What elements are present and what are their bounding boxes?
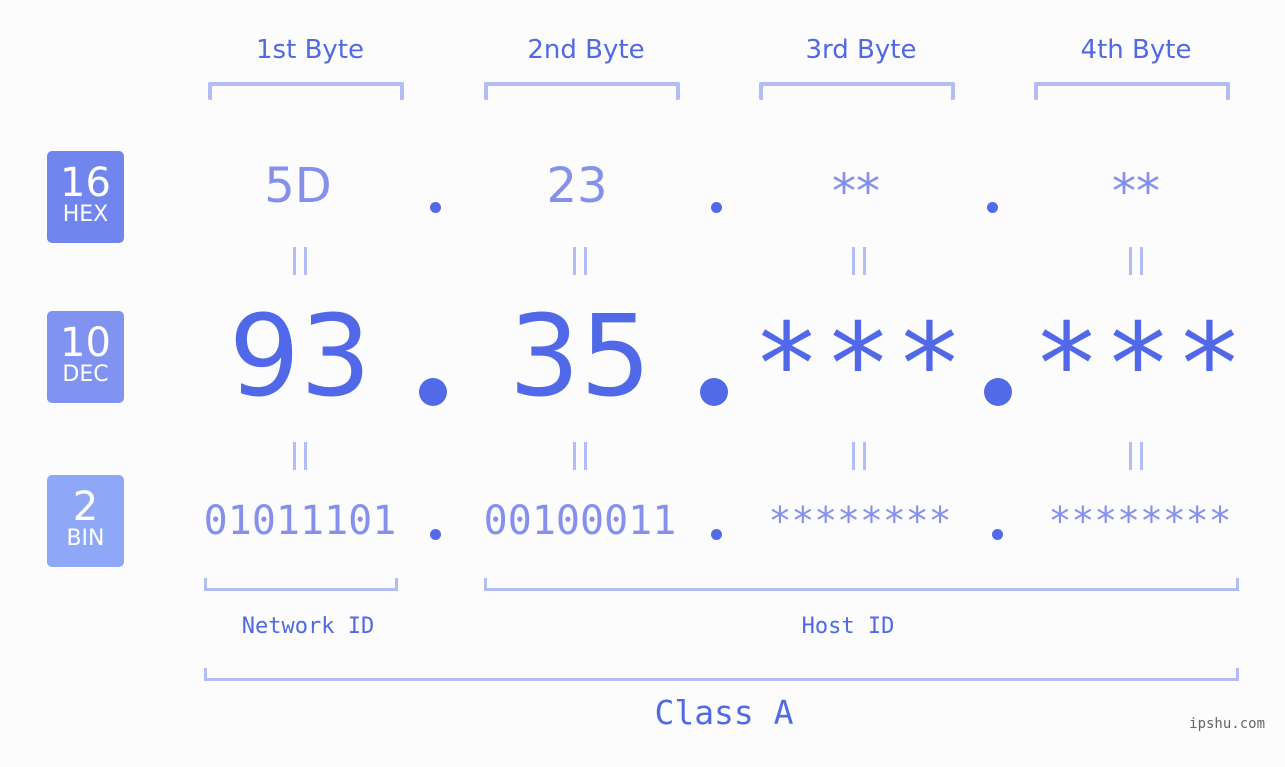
equals-icon — [573, 442, 587, 470]
hex-separator-dot — [711, 202, 722, 213]
equals-icon — [1129, 442, 1143, 470]
hex-byte-1: 5D — [264, 158, 332, 214]
bin-byte-2: 00100011 — [483, 498, 677, 544]
bin-byte-4: ******** — [1048, 499, 1232, 543]
bin-byte-3: ******** — [768, 499, 952, 543]
bin-separator-dot — [430, 529, 441, 540]
bin-separator-dot — [992, 529, 1003, 540]
hex-badge: 16 HEX — [47, 151, 124, 243]
equals-icon — [573, 247, 587, 275]
host-id-bracket — [484, 578, 1239, 591]
dec-separator-dot — [700, 378, 728, 406]
equals-icon — [293, 442, 307, 470]
watermark: ipshu.com — [1189, 716, 1265, 732]
hex-badge-label: HEX — [62, 202, 109, 227]
hex-byte-4: ** — [1112, 164, 1160, 220]
hex-byte-3: ** — [832, 164, 880, 220]
bin-byte-1: 01011101 — [203, 498, 397, 544]
bin-badge: 2 BIN — [47, 475, 124, 567]
hex-separator-dot — [430, 202, 441, 213]
class-bracket — [204, 668, 1239, 681]
hex-separator-dot — [987, 202, 998, 213]
byte-bracket-4 — [1034, 82, 1230, 100]
dec-badge-label: DEC — [62, 362, 109, 387]
equals-icon — [852, 247, 866, 275]
byte-header-3: 3rd Byte — [805, 35, 917, 65]
dec-byte-3: *** — [752, 300, 968, 430]
equals-icon — [1129, 247, 1143, 275]
byte-bracket-2 — [484, 82, 680, 100]
equals-icon — [293, 247, 307, 275]
dec-byte-1: 93 — [228, 292, 372, 422]
hex-badge-number: 16 — [60, 160, 111, 206]
dec-badge: 10 DEC — [47, 311, 124, 403]
equals-icon — [852, 442, 866, 470]
byte-bracket-3 — [759, 82, 955, 100]
network-id-label: Network ID — [241, 614, 375, 639]
host-id-label: Host ID — [801, 614, 895, 639]
byte-header-1: 1st Byte — [256, 35, 364, 65]
dec-separator-dot — [984, 378, 1012, 406]
bin-badge-label: BIN — [66, 526, 105, 551]
dec-separator-dot — [419, 378, 447, 406]
dec-badge-number: 10 — [60, 320, 111, 366]
network-id-bracket — [204, 578, 398, 591]
byte-bracket-1 — [208, 82, 404, 100]
hex-byte-2: 23 — [546, 158, 608, 214]
bin-separator-dot — [711, 529, 722, 540]
class-label: Class A — [654, 693, 794, 732]
dec-byte-2: 35 — [508, 292, 652, 422]
byte-header-2: 2nd Byte — [527, 35, 645, 65]
byte-header-4: 4th Byte — [1080, 35, 1192, 65]
bin-badge-number: 2 — [72, 484, 99, 530]
dec-byte-4: *** — [1032, 300, 1248, 430]
